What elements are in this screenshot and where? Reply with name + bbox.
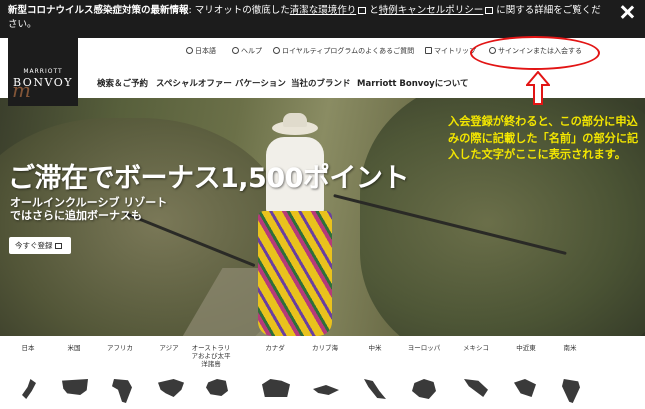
asia-map-icon: [158, 379, 184, 397]
hero-subtitle-line-2: ではさらに追加ボーナスも: [10, 209, 142, 222]
caribbean-map-icon: [313, 385, 339, 395]
hero-subtitle: オールインクルーシブ リゾート ではさらに追加ボーナスも: [10, 196, 167, 222]
utility-language-label: 日本語: [195, 47, 216, 55]
region-europe[interactable]: ヨーロッパ: [402, 344, 446, 352]
australia-map-icon: [206, 379, 228, 396]
utility-language[interactable]: 日本語: [186, 46, 216, 56]
region-usa[interactable]: 米国: [52, 344, 96, 352]
region-japan[interactable]: 日本: [6, 344, 50, 352]
marriott-bonvoy-logo[interactable]: m MARRIOTT BONVOY: [8, 38, 78, 106]
region-south-america[interactable]: 南米: [548, 344, 592, 352]
region-asia[interactable]: アジア: [147, 344, 191, 352]
external-link-icon: [358, 7, 367, 14]
utility-help[interactable]: ヘルプ: [232, 46, 262, 56]
alert-text-2: と: [369, 5, 379, 16]
europe-map-icon: [412, 379, 436, 399]
mexico-map-icon: [464, 379, 488, 397]
cancellation-policy-link[interactable]: 特例キャンセルポリシー: [379, 5, 484, 16]
logo-marriott-text: MARRIOTT: [23, 68, 63, 75]
external-link-icon: [485, 7, 494, 14]
region-australia-pacific[interactable]: オーストラリアおよび太平洋諸島: [189, 344, 233, 368]
globe-icon: [186, 47, 193, 54]
utility-help-label: ヘルプ: [241, 47, 262, 55]
annotation-text: 入会登録が終わると、この部分に申込みの際に記載した「名前」の部分に記入した文字が…: [448, 115, 639, 161]
register-now-label: 今すぐ登録: [15, 241, 53, 250]
register-now-button[interactable]: 今すぐ登録: [9, 237, 71, 254]
covid-alert-banner: 新型コロナウイルス感染症対策の最新情報: マリオットの徹底した清潔な環境作り と特…: [0, 0, 645, 38]
close-icon[interactable]: [619, 4, 635, 20]
region-selector: 日本 米国 アフリカ アジア オーストラリアおよび太平洋諸島 カナダ カリブ海 …: [0, 336, 645, 409]
hero-person: [250, 113, 340, 336]
central-america-map-icon: [364, 379, 386, 399]
region-canada[interactable]: カナダ: [253, 344, 297, 352]
utility-loyalty-faq-label: ロイヤルティプログラムのよくあるご質問: [282, 47, 415, 55]
annotation-up-arrow: [526, 71, 550, 105]
south-america-map-icon: [562, 379, 580, 403]
nav-about-bonvoy[interactable]: Marriott Bonvoyについて: [357, 77, 468, 89]
japan-map-icon: [22, 379, 36, 399]
canada-map-icon: [262, 379, 290, 397]
alert-text-1: : マリオットの徹底した: [188, 5, 290, 16]
utility-loyalty-faq[interactable]: ロイヤルティプログラムのよくあるご質問: [273, 46, 414, 56]
usa-map-icon: [62, 379, 88, 395]
nav-vacations[interactable]: バケーション: [235, 77, 286, 89]
info-icon: [273, 47, 280, 54]
trip-icon: [425, 47, 432, 54]
region-central-america[interactable]: 中米: [353, 344, 397, 352]
help-icon: [232, 47, 239, 54]
hero-title: ご滞在でボーナス1,500ポイント: [8, 163, 409, 194]
hero-hat-crown: [283, 113, 307, 127]
region-africa[interactable]: アフリカ: [98, 344, 142, 352]
region-mexico[interactable]: メキシコ: [454, 344, 498, 352]
region-middle-east[interactable]: 中近東: [504, 344, 548, 352]
middle-east-map-icon: [514, 379, 536, 397]
africa-map-icon: [112, 379, 132, 403]
hero-skirt: [258, 211, 332, 336]
utility-my-trips[interactable]: マイトリップ: [425, 46, 476, 56]
nav-special-offers[interactable]: スペシャルオファー: [156, 77, 232, 89]
nav-search-book[interactable]: 検索＆ご予約: [97, 77, 148, 89]
alert-title: 新型コロナウイルス感染症対策の最新情報: [8, 5, 189, 16]
page: ご滞在でボーナス1,500ポイント オールインクルーシブ リゾート ではさらに追…: [0, 0, 645, 409]
external-link-icon: [54, 243, 62, 249]
region-caribbean[interactable]: カリブ海: [303, 344, 347, 352]
hero-banner: ご滞在でボーナス1,500ポイント オールインクルーシブ リゾート ではさらに追…: [0, 98, 645, 336]
nav-our-brands[interactable]: 当社のブランド: [291, 77, 351, 89]
hero-subtitle-line-1: オールインクルーシブ リゾート: [10, 196, 168, 209]
clean-environment-link[interactable]: 清潔な環境作り: [290, 5, 357, 16]
logo-script-mark: m: [12, 78, 31, 102]
annotation-ellipse: [470, 36, 600, 70]
